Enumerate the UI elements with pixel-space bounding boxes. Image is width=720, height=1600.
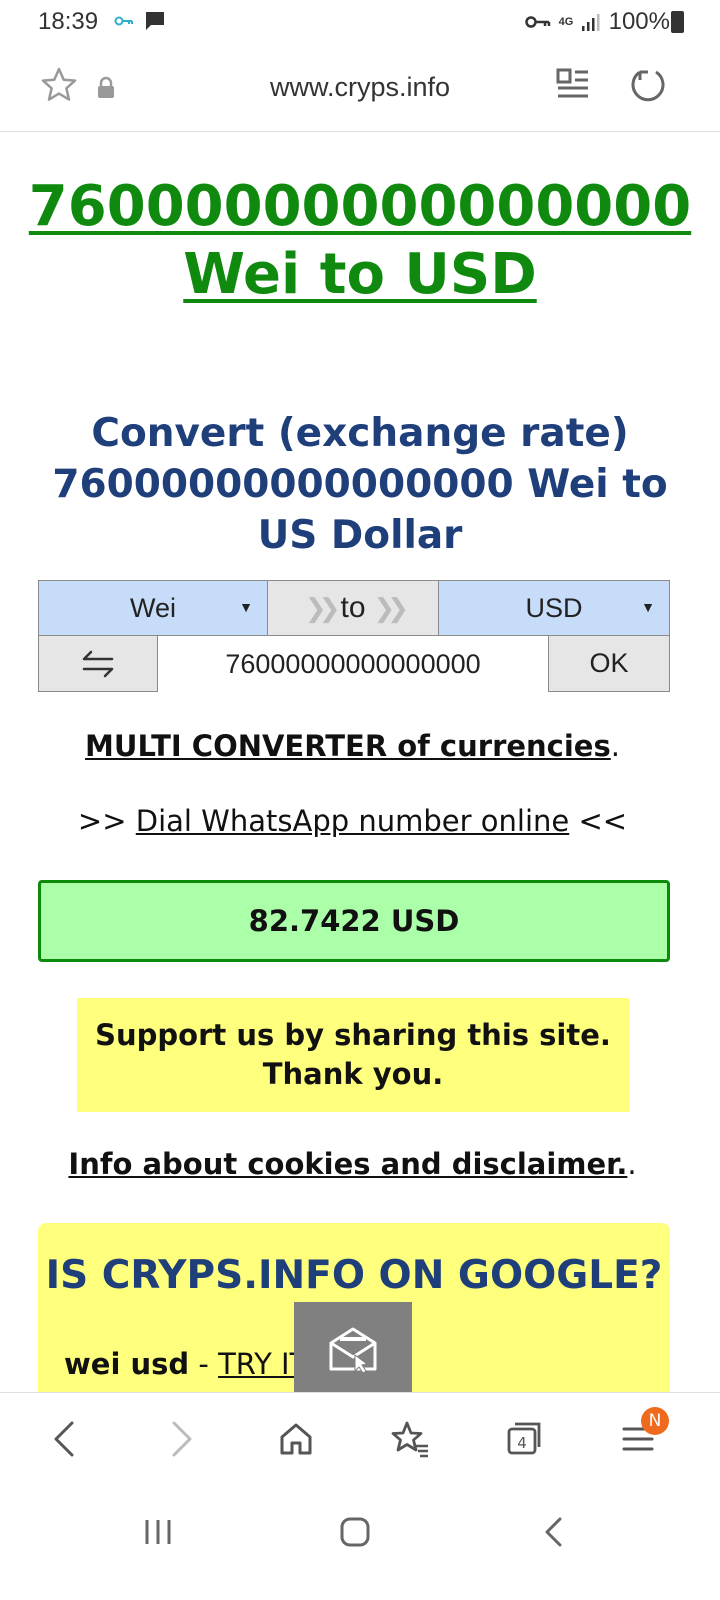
tabs-button[interactable]: 4 [500, 1415, 548, 1463]
google-separator: - [189, 1347, 219, 1381]
reader-mode-icon[interactable] [555, 66, 591, 102]
network-label: 4G [558, 15, 574, 28]
reload-icon[interactable] [628, 66, 666, 104]
whatsapp-link[interactable]: Dial WhatsApp number online [136, 804, 569, 838]
to-label-cell: ❯❯ to ❯❯ [268, 580, 438, 636]
converter-widget: Wei ▼ ❯❯ to ❯❯ USD ▼ OK [38, 580, 670, 692]
mail-share-icon [329, 1327, 377, 1373]
menu-notification-badge: N [641, 1407, 669, 1435]
home-button[interactable] [272, 1415, 320, 1463]
dropdown-arrow-icon: ▼ [641, 599, 655, 615]
vpn-key-icon [114, 16, 133, 26]
whatsapp-prefix: >> [77, 804, 127, 838]
bookmarks-icon [391, 1421, 428, 1458]
home-square-icon [340, 1517, 370, 1547]
signal-icon [581, 14, 600, 31]
key-icon [524, 16, 550, 28]
back-icon [54, 1421, 74, 1457]
google-query-line: wei usd - TRY IT [64, 1347, 307, 1381]
message-icon [146, 12, 164, 30]
bookmarks-button[interactable] [386, 1415, 434, 1463]
status-left-icons [114, 10, 166, 32]
to-currency-value: USD [525, 592, 583, 623]
status-time: 18:39 [38, 8, 99, 35]
swap-arrows-icon [82, 650, 114, 677]
to-currency-select[interactable]: USD ▼ [438, 580, 670, 636]
battery-icon [671, 11, 684, 33]
convert-heading: Convert (exchange rate) 7600000000000000… [52, 411, 668, 558]
support-line-1: Support us by sharing this site. [95, 1018, 611, 1052]
url-field[interactable]: www.cryps.info [0, 72, 720, 103]
browser-toolbar: www.cryps.info [0, 44, 720, 132]
multi-converter-suffix: . [610, 729, 620, 763]
support-line-2: Thank you. [262, 1057, 444, 1091]
system-back-icon [545, 1517, 562, 1547]
status-bar: 18:39 4G 100% [0, 0, 720, 44]
status-right: 4G 100% [524, 8, 670, 36]
conversion-result: 82.7422 USD [38, 880, 670, 962]
cookies-line: Info about cookies and disclaimer.. [0, 1147, 705, 1181]
support-banner: Support us by sharing this site. Thank y… [77, 998, 629, 1112]
google-query: wei usd [64, 1347, 190, 1381]
multi-converter-line: MULTI CONVERTER of currencies. [0, 729, 705, 763]
forward-button[interactable] [158, 1415, 206, 1463]
system-nav-bar [0, 1484, 720, 1600]
floating-share-button[interactable] [294, 1302, 412, 1395]
home-icon [280, 1423, 312, 1455]
tabs-count: 4 [517, 1434, 527, 1452]
back-button[interactable] [40, 1415, 88, 1463]
cookies-suffix: . [627, 1147, 637, 1181]
from-currency-value: Wei [129, 592, 176, 623]
forward-icon [172, 1421, 192, 1457]
whatsapp-suffix: << [578, 804, 628, 838]
cookies-disclaimer-link[interactable]: Info about cookies and disclaimer. [68, 1147, 627, 1181]
ok-button[interactable]: OK [548, 636, 670, 692]
whatsapp-line: >> Dial WhatsApp number online << [0, 804, 705, 838]
dropdown-arrow-icon: ▼ [239, 599, 253, 615]
recent-apps-button[interactable] [130, 1508, 186, 1556]
tabs-icon: 4 [507, 1422, 541, 1455]
system-back-button[interactable] [525, 1508, 581, 1556]
page-title-link[interactable]: 76000000000000000 Wei to USD [20, 173, 700, 309]
google-heading: IS CRYPS.INFO ON GOOGLE? [45, 1253, 663, 1298]
double-chevron-icon: ❯❯ [373, 592, 409, 623]
multi-converter-link[interactable]: MULTI CONVERTER of currencies [85, 729, 611, 763]
to-label: to [340, 591, 366, 624]
double-chevron-icon: ❯❯ [304, 592, 340, 623]
browser-bottom-nav: 4 [0, 1392, 720, 1484]
from-currency-select[interactable]: Wei ▼ [38, 580, 268, 636]
page-content: 76000000000000000 Wei to USD Convert (ex… [0, 133, 720, 1395]
amount-input[interactable] [158, 636, 548, 692]
home-system-button[interactable] [327, 1508, 383, 1556]
swap-currencies-button[interactable] [38, 636, 158, 692]
battery-text: 100% [608, 8, 670, 35]
recent-apps-icon [145, 1520, 171, 1544]
